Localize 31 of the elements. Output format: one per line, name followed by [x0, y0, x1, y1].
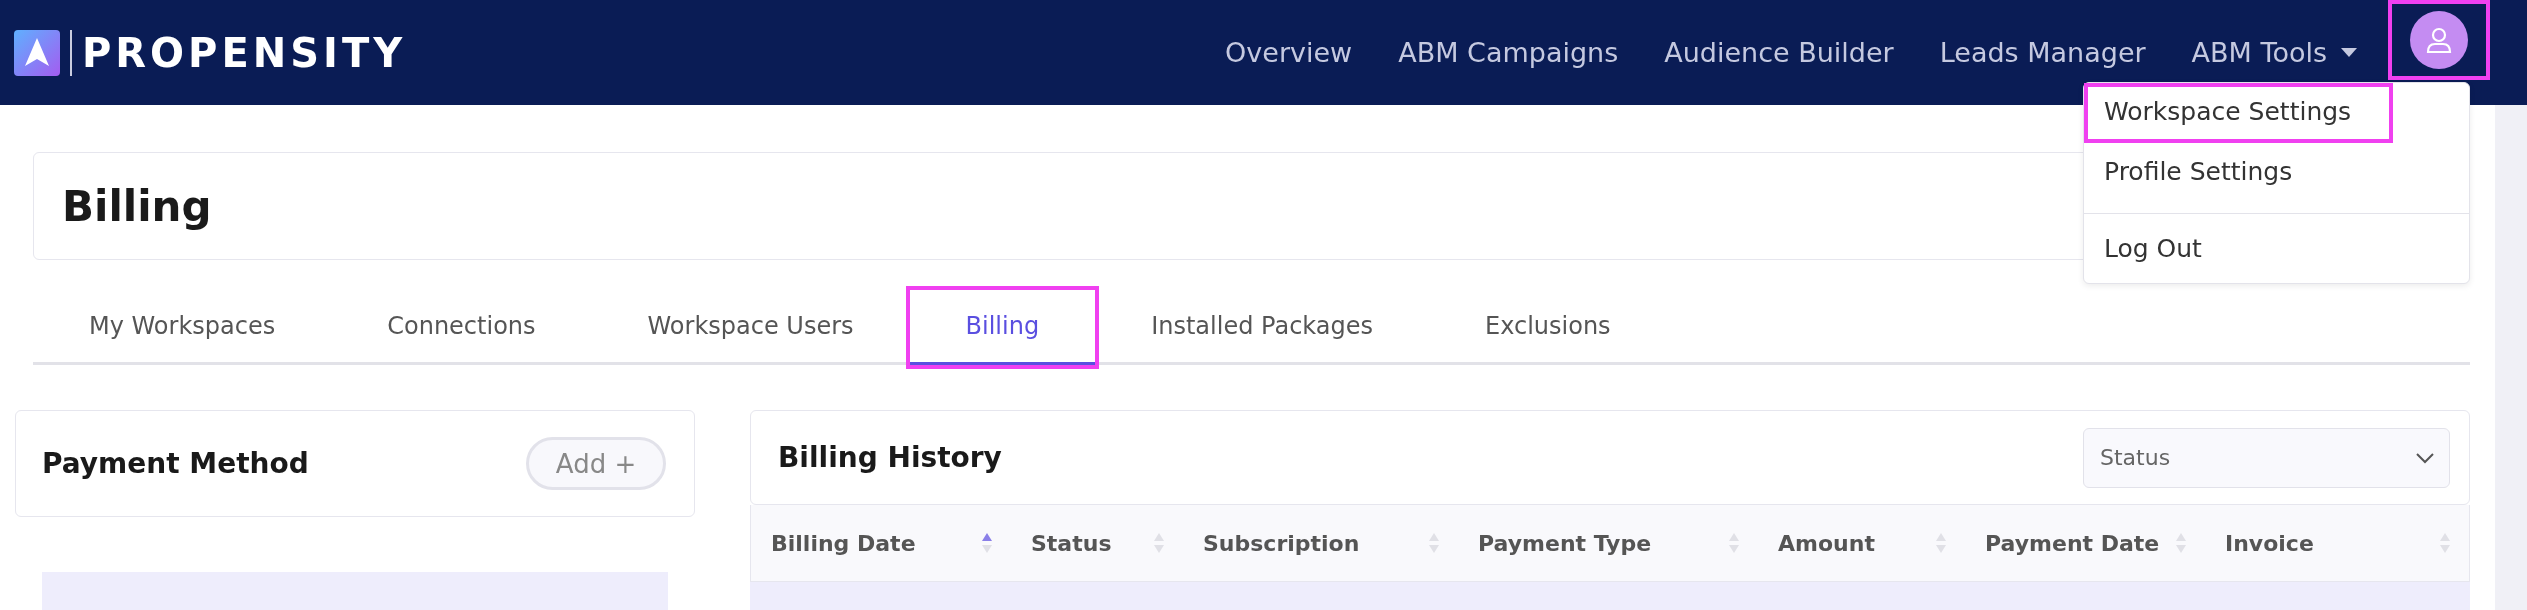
nav-link[interactable]: Overview	[1202, 37, 1376, 68]
nav-dropdown[interactable]: ABM Tools	[2168, 37, 2380, 68]
menu-item[interactable]: Log Out	[2084, 213, 2469, 283]
column-header[interactable]: Status	[1011, 505, 1183, 581]
tab[interactable]: Exclusions	[1429, 290, 1667, 365]
tab[interactable]: Installed Packages	[1095, 290, 1429, 365]
menu-item[interactable]: Workspace Settings	[2084, 83, 2393, 143]
tab[interactable]: My Workspaces	[33, 290, 332, 365]
nav-link[interactable]: Leads Manager	[1916, 37, 2169, 68]
nav-link[interactable]: Audience Builder	[1641, 37, 1917, 68]
caret-icon	[2341, 48, 2357, 57]
chevron-down-icon	[2415, 451, 2435, 464]
card-title: Billing History	[778, 441, 1002, 474]
menu-item[interactable]: Profile Settings	[2084, 143, 2469, 203]
sort-icon[interactable]	[981, 531, 993, 555]
column-header[interactable]: Invoice	[2205, 505, 2469, 581]
column-header[interactable]: Payment Date	[1965, 505, 2205, 581]
nav-link[interactable]: ABM Campaigns	[1375, 37, 1642, 68]
brand-name: PROPENSITY	[82, 29, 407, 76]
tab[interactable]: Workspace Users	[591, 290, 910, 365]
column-header[interactable]: Amount	[1758, 505, 1965, 581]
column-header[interactable]: Payment Type	[1458, 505, 1758, 581]
card-title: Payment Method	[42, 447, 309, 480]
logo-icon	[14, 29, 60, 76]
status-select[interactable]: Status	[2083, 427, 2450, 488]
tab[interactable]: Connections	[331, 290, 592, 365]
page-title: Billing	[62, 181, 212, 231]
column-header[interactable]: Billing Date	[751, 505, 1011, 581]
avatar-button[interactable]	[2410, 11, 2468, 69]
user-icon	[2425, 26, 2453, 54]
column-header[interactable]: Subscription	[1183, 505, 1458, 581]
